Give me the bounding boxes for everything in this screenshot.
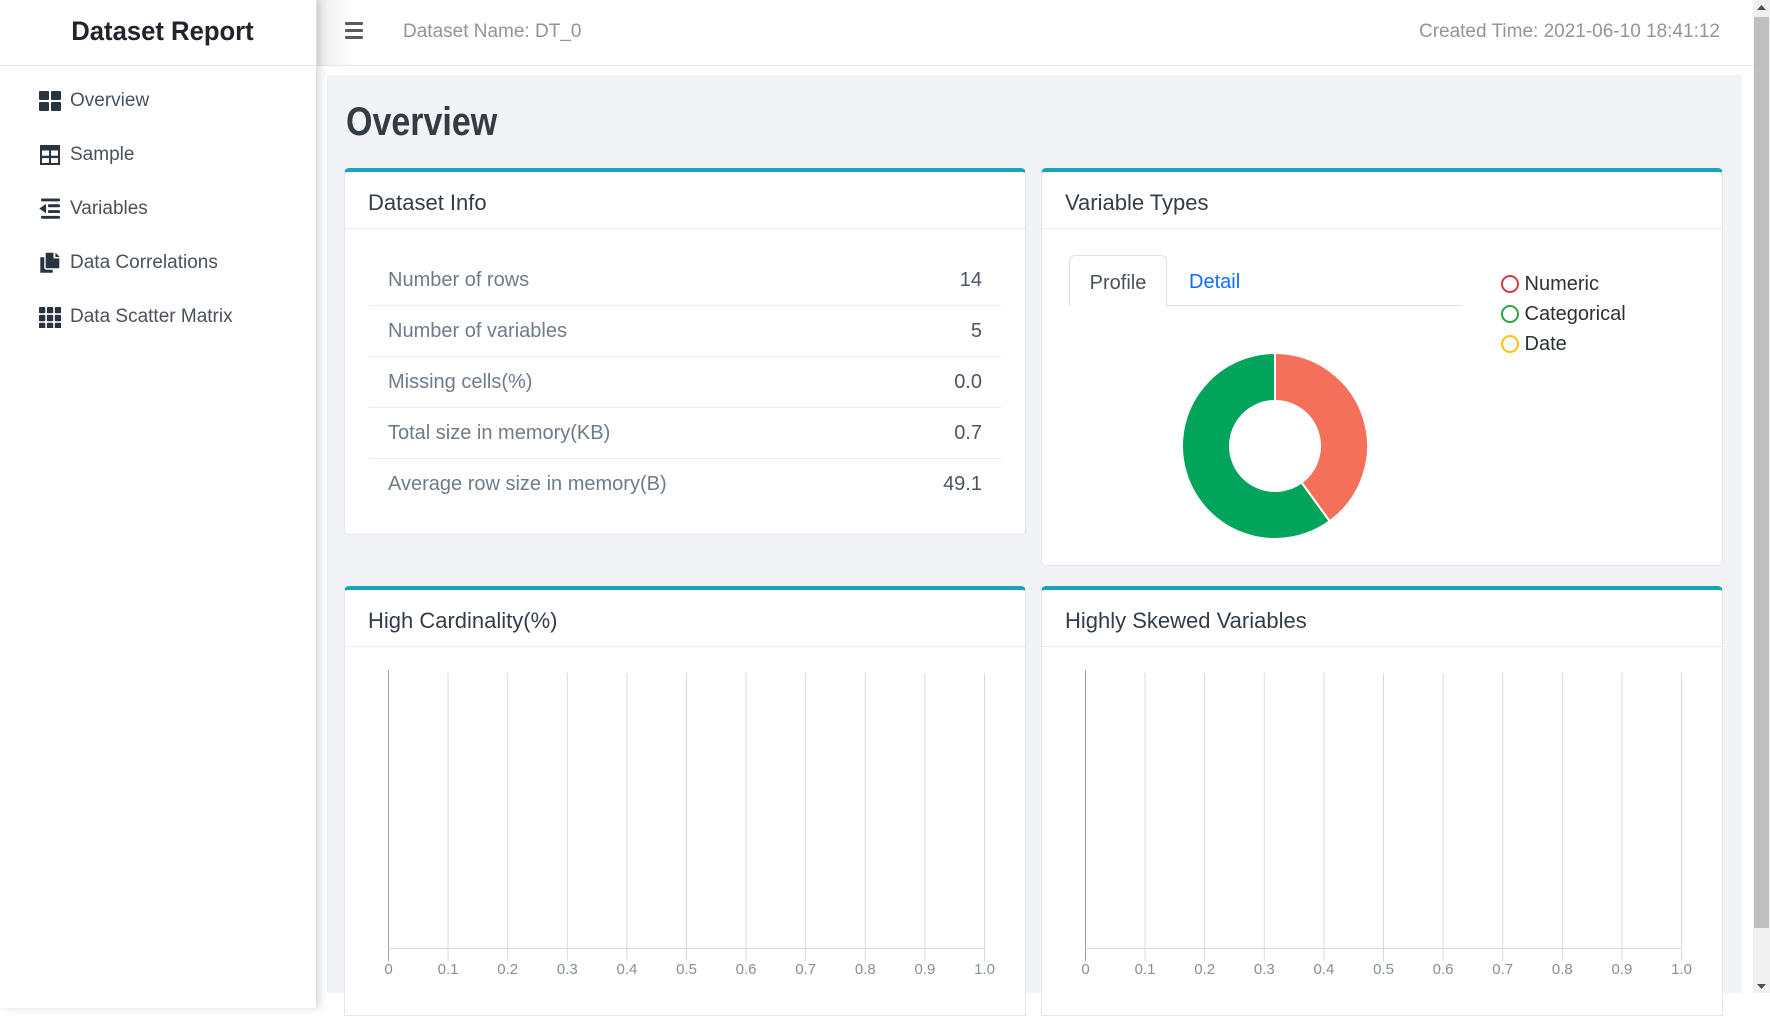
svg-text:1.0: 1.0 <box>1671 961 1692 978</box>
svg-text:0.9: 0.9 <box>914 961 935 978</box>
svg-text:0: 0 <box>1081 961 1089 978</box>
svg-text:0.2: 0.2 <box>1194 961 1215 978</box>
svg-text:1.0: 1.0 <box>974 961 995 978</box>
svg-text:0.8: 0.8 <box>1552 961 1573 978</box>
svg-text:0.7: 0.7 <box>1492 961 1513 978</box>
svg-text:0.8: 0.8 <box>855 961 876 978</box>
svg-text:0.2: 0.2 <box>497 961 518 978</box>
svg-text:0.3: 0.3 <box>1254 961 1275 978</box>
svg-text:0.1: 0.1 <box>438 961 459 978</box>
svg-text:0: 0 <box>384 961 392 978</box>
svg-text:0.5: 0.5 <box>1373 961 1394 978</box>
svg-text:0.9: 0.9 <box>1611 961 1632 978</box>
svg-text:0.6: 0.6 <box>736 961 757 978</box>
svg-text:0.5: 0.5 <box>676 961 697 978</box>
svg-text:0.4: 0.4 <box>616 961 637 978</box>
svg-text:0.7: 0.7 <box>795 961 816 978</box>
svg-text:0.4: 0.4 <box>1313 961 1334 978</box>
svg-text:0.1: 0.1 <box>1135 961 1156 978</box>
svg-text:0.6: 0.6 <box>1433 961 1454 978</box>
svg-text:0.3: 0.3 <box>557 961 578 978</box>
